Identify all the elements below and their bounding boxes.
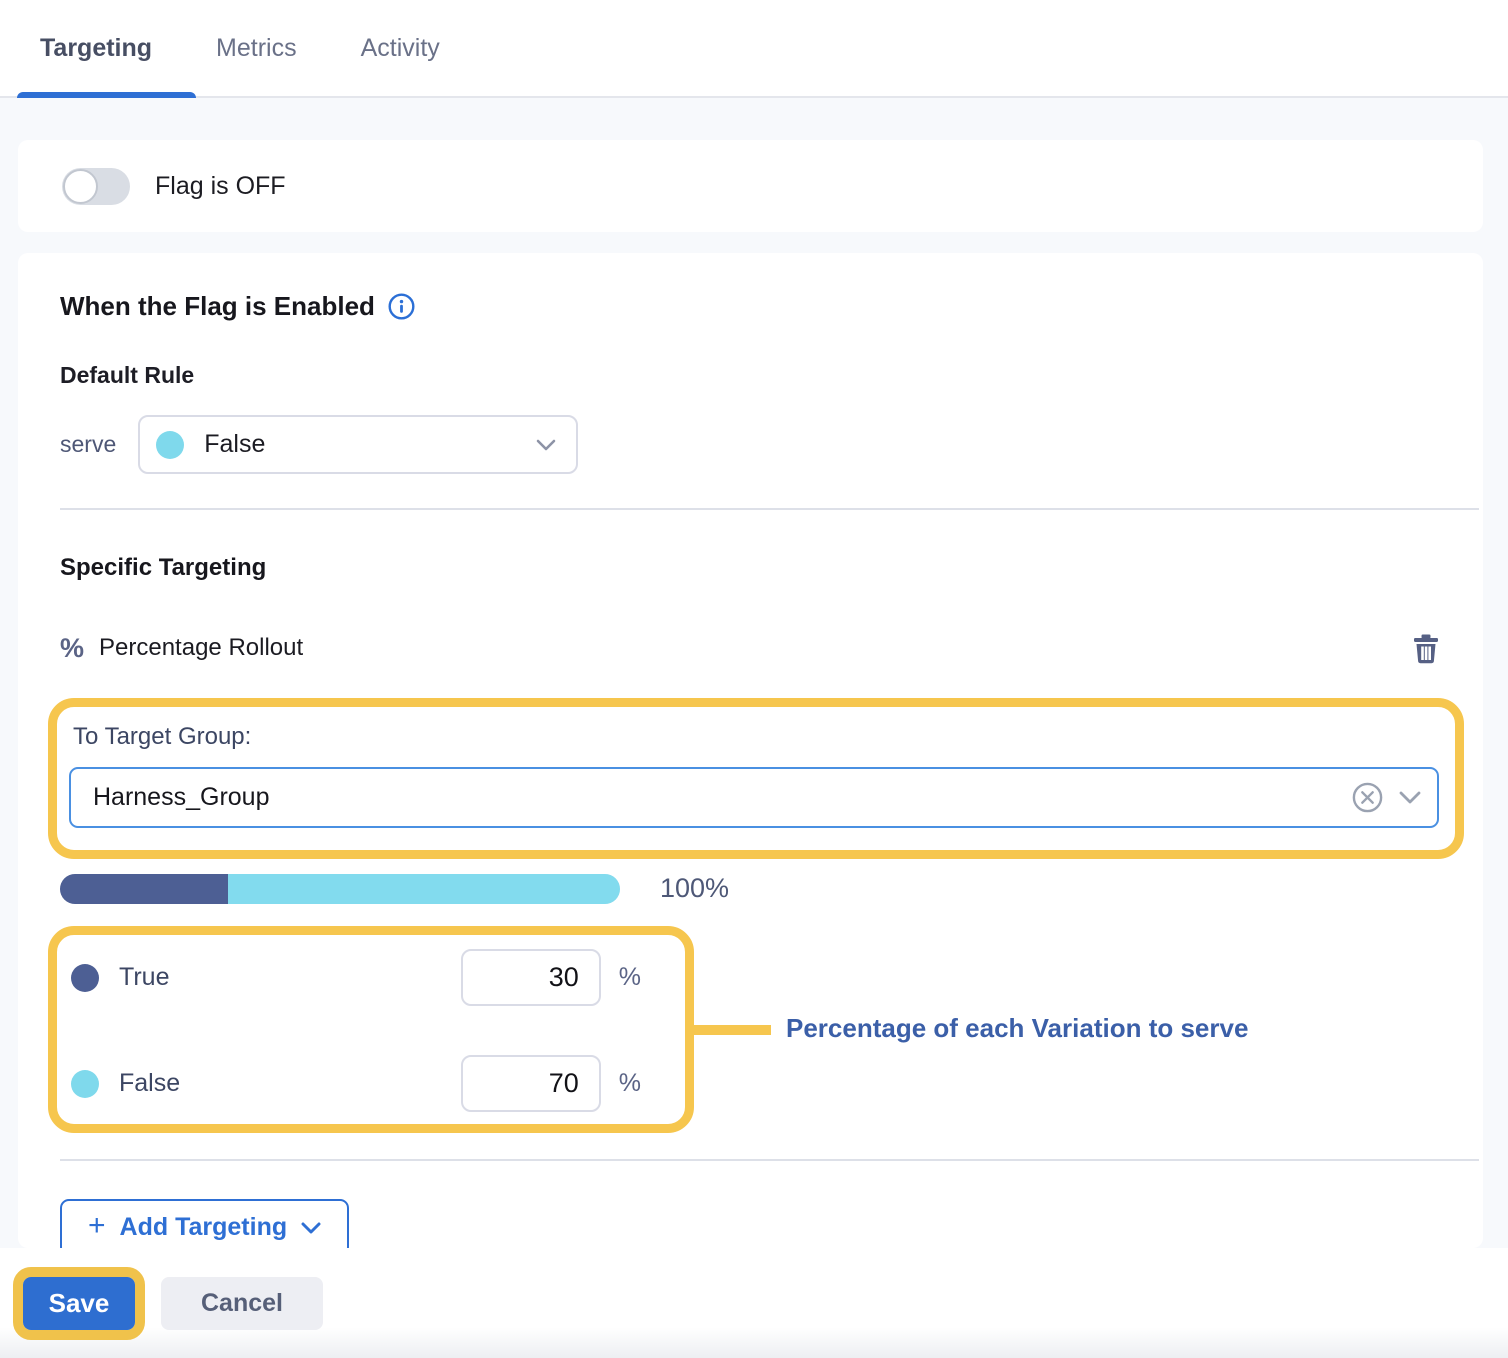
percent-icon: % [60,633,84,664]
default-variation-select[interactable]: False [138,415,578,474]
rollout-progress-bar [60,874,620,904]
save-highlight-ring: Save [13,1267,145,1340]
default-rule-serve-row: serve False [60,415,1483,474]
flag-toggle[interactable] [62,168,130,205]
chevron-down-icon [536,439,556,451]
cancel-button[interactable]: Cancel [161,1277,323,1330]
clear-icon[interactable] [1352,782,1383,813]
percent-sign: % [619,1069,641,1098]
variation-false-dot [71,1070,99,1098]
add-targeting-button[interactable]: + Add Targeting [60,1199,349,1248]
section-divider [60,508,1479,510]
flag-enabled-card: When the Flag is Enabled Default Rule se… [18,253,1483,1248]
percentage-rollout-title: Percentage Rollout [99,634,303,662]
flag-enabled-heading: When the Flag is Enabled [60,291,1483,322]
target-group-value: Harness_Group [93,783,269,812]
target-group-label: To Target Group: [73,723,1439,751]
page-content: Flag is OFF When the Flag is Enabled Def… [0,98,1508,1248]
flag-toggle-knob [63,169,98,204]
annotation-connector-line [694,1025,771,1035]
active-tab-underline [17,92,196,98]
variation-weights-highlight-box: True % False % Percentage of each Variat… [48,926,694,1133]
flag-enabled-title: When the Flag is Enabled [60,291,375,322]
rollout-progress-row: 100% [60,873,1483,904]
target-group-select[interactable]: Harness_Group [69,767,1439,828]
percent-sign: % [619,963,641,992]
variation-true-name: True [119,963,169,992]
specific-targeting-heading: Specific Targeting [60,554,1483,582]
progress-segment-true [60,874,228,904]
default-variation-value: False [204,430,265,459]
variation-false-name: False [119,1069,180,1098]
info-icon[interactable] [388,293,415,320]
chevron-down-icon [1399,791,1421,804]
variation-annotation-text: Percentage of each Variation to serve [786,1013,1248,1044]
action-footer: Save Cancel [0,1248,1508,1358]
variation-row-false: False % [71,1055,641,1112]
serve-label: serve [60,431,116,458]
percentage-rollout-row: % Percentage Rollout [60,632,1441,664]
plus-icon: + [88,1209,106,1243]
section-divider [60,1159,1479,1161]
progress-total-label: 100% [660,873,729,904]
flag-status-label: Flag is OFF [155,172,286,201]
trash-icon[interactable] [1411,632,1441,664]
chevron-down-icon [301,1222,321,1234]
variation-row-true: True % [71,949,641,1006]
variation-true-dot [71,964,99,992]
variation-false-weight-input[interactable] [461,1055,601,1112]
add-targeting-label: Add Targeting [120,1213,288,1242]
tab-targeting[interactable]: Targeting [40,34,152,63]
tab-bar: Targeting Metrics Activity [0,0,1508,98]
progress-segment-false [228,874,620,904]
flag-status-card: Flag is OFF [18,140,1483,232]
target-group-highlight-box: To Target Group: Harness_Group [48,698,1464,859]
save-button[interactable]: Save [23,1277,135,1330]
tab-activity[interactable]: Activity [361,34,440,63]
tab-metrics[interactable]: Metrics [216,34,297,63]
default-rule-heading: Default Rule [60,362,1483,389]
variation-true-weight-input[interactable] [461,949,601,1006]
variation-color-dot [156,431,184,459]
